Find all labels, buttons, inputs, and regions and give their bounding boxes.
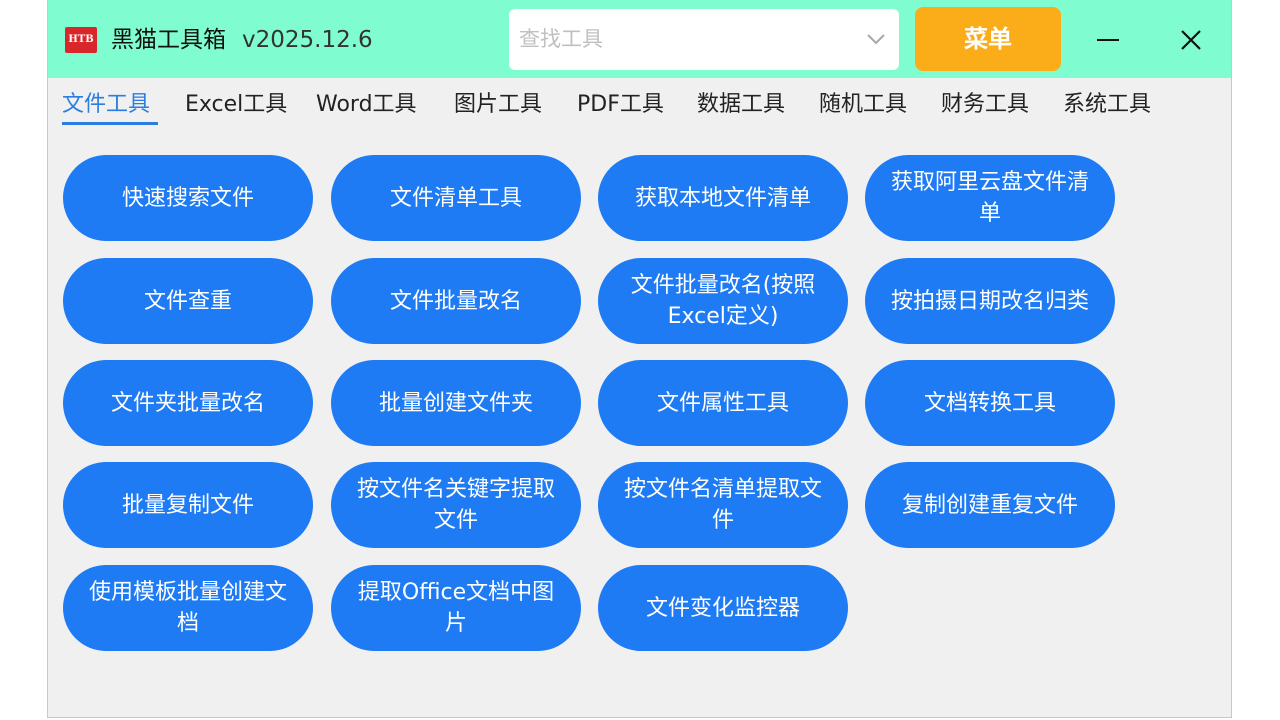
tool-button-label: 文件清单工具: [389, 185, 522, 211]
tool-button-label: 复制创建重复文件: [901, 492, 1078, 518]
tool-button-extract-by-name-list[interactable]: 按文件名清单提取文件: [598, 462, 848, 548]
tool-button-file-list-tool[interactable]: 文件清单工具: [331, 155, 581, 241]
tab-word-tools[interactable]: Word工具: [316, 90, 417, 120]
tool-button-copy-duplicate-files[interactable]: 复制创建重复文件: [865, 462, 1115, 548]
tool-button-aliyun-file-list[interactable]: 获取阿里云盘文件清单: [865, 155, 1115, 241]
tool-button-extract-office-images[interactable]: 提取Office文档中图片: [331, 565, 581, 651]
tool-button-batch-rename-excel[interactable]: 文件批量改名(按照Excel定义): [598, 258, 848, 344]
tab-finance-tools[interactable]: 财务工具: [941, 90, 1029, 120]
tool-button-template-create-docs[interactable]: 使用模板批量创建文档: [63, 565, 313, 651]
category-tabs: 文件工具 Excel工具 Word工具 图片工具 PDF工具 数据工具 随机工具…: [62, 86, 1212, 130]
tool-button-file-change-monitor[interactable]: 文件变化监控器: [598, 565, 848, 651]
app-title: 黑猫工具箱: [111, 27, 226, 53]
tool-button-label: 快速搜索文件: [121, 185, 254, 211]
tab-image-tools[interactable]: 图片工具: [454, 90, 542, 120]
tool-button-label: 文件变化监控器: [645, 595, 800, 621]
tab-system-tools[interactable]: 系统工具: [1063, 90, 1151, 120]
chevron-down-icon[interactable]: [864, 27, 888, 51]
tool-button-extract-by-keyword[interactable]: 按文件名关键字提取文件: [331, 462, 581, 548]
tool-button-batch-create-folders[interactable]: 批量创建文件夹: [331, 360, 581, 446]
tool-button-document-convert[interactable]: 文档转换工具: [865, 360, 1115, 446]
tool-button-file-attributes[interactable]: 文件属性工具: [598, 360, 848, 446]
tool-button-label: 获取阿里云盘文件清单: [890, 170, 1089, 226]
tool-button-batch-rename[interactable]: 文件批量改名: [331, 258, 581, 344]
tool-button-label: 文件夹批量改名: [110, 390, 265, 416]
tab-random-tools[interactable]: 随机工具: [819, 90, 907, 120]
tab-file-tools[interactable]: 文件工具: [62, 90, 150, 120]
app-version: v2025.12.6: [242, 27, 373, 53]
tool-button-quick-search-files[interactable]: 快速搜索文件: [63, 155, 313, 241]
tab-data-tools[interactable]: 数据工具: [697, 90, 785, 120]
tab-pdf-tools[interactable]: PDF工具: [577, 90, 664, 120]
tool-button-label: 文档转换工具: [923, 390, 1056, 416]
tool-button-duplicate-files[interactable]: 文件查重: [63, 258, 313, 344]
tool-button-label: 文件属性工具: [656, 390, 789, 416]
tool-button-label: 批量创建文件夹: [378, 390, 533, 416]
menu-button[interactable]: 菜单: [915, 7, 1061, 71]
tool-button-batch-copy-files[interactable]: 批量复制文件: [63, 462, 313, 548]
tool-button-label: 文件查重: [143, 288, 232, 314]
tool-button-label: 按文件名清单提取文件: [623, 477, 822, 533]
title-bar: HTB 黑猫工具箱 v2025.12.6 菜单: [48, 0, 1231, 78]
tool-search-input[interactable]: [519, 24, 839, 54]
minimize-icon[interactable]: [1088, 20, 1128, 60]
tool-button-label: 提取Office文档中图片: [357, 580, 555, 636]
tool-button-label: 按文件名关键字提取文件: [356, 477, 555, 533]
tool-button-rename-by-date[interactable]: 按拍摄日期改名归类: [865, 258, 1115, 344]
tool-button-local-file-list[interactable]: 获取本地文件清单: [598, 155, 848, 241]
tool-button-folder-batch-rename[interactable]: 文件夹批量改名: [63, 360, 313, 446]
close-icon[interactable]: [1171, 20, 1211, 60]
tool-button-label: 文件批量改名(按照Excel定义): [630, 273, 816, 329]
tool-button-label: 批量复制文件: [121, 492, 254, 518]
tool-button-label: 按拍摄日期改名归类: [890, 288, 1089, 314]
app-window: HTB 黑猫工具箱 v2025.12.6 菜单 文件工具 Excel工具 Wor…: [47, 0, 1232, 718]
active-tab-indicator: [62, 122, 158, 125]
tab-excel-tools[interactable]: Excel工具: [185, 90, 287, 120]
app-logo: HTB: [65, 27, 97, 53]
tool-button-label: 文件批量改名: [389, 288, 522, 314]
tool-button-label: 使用模板批量创建文档: [88, 580, 287, 636]
tool-search-combobox[interactable]: [509, 9, 899, 70]
tool-button-label: 获取本地文件清单: [634, 185, 811, 211]
